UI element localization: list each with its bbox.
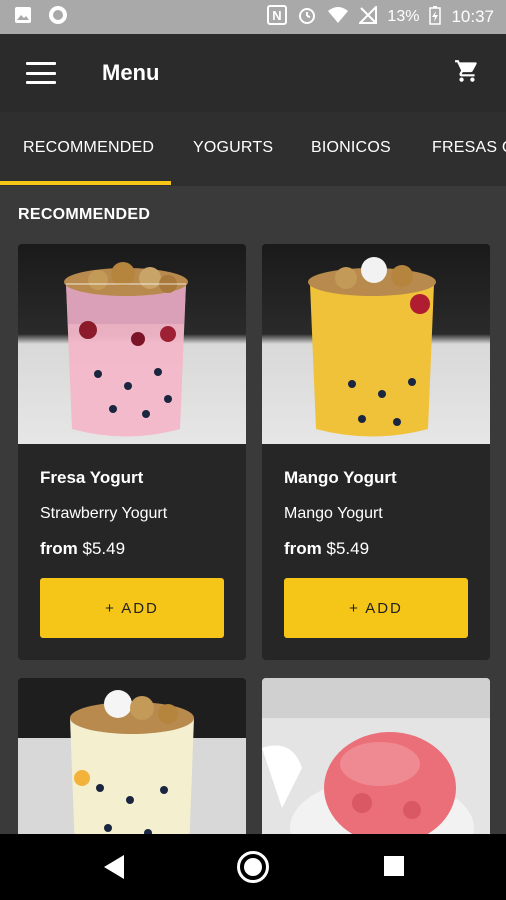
clock: 10:37 bbox=[451, 7, 494, 26]
product-image-mango-yogurt bbox=[262, 244, 490, 444]
home-circle-icon[interactable] bbox=[237, 851, 269, 883]
product-card-fresa-yogurt[interactable]: Fresa Yogurt Strawberry Yogurt from $5.4… bbox=[18, 244, 246, 660]
category-tabs: RECOMMENDED YOGURTS BIONICOS FRESAS C bbox=[0, 112, 506, 186]
price-prefix: from bbox=[284, 539, 322, 558]
page-title: Menu bbox=[102, 60, 160, 85]
product-card-3[interactable] bbox=[18, 678, 246, 834]
image-icon bbox=[14, 6, 32, 29]
tab-bionicos[interactable]: BIONICOS bbox=[311, 112, 391, 186]
product-description: Strawberry Yogurt bbox=[40, 505, 168, 522]
menu-content[interactable]: RECOMMENDED Fresa Yogurt Strawberry Yogu… bbox=[0, 186, 506, 834]
product-card-4[interactable] bbox=[262, 678, 490, 834]
wifi-icon bbox=[327, 6, 349, 29]
back-triangle-icon[interactable] bbox=[102, 854, 126, 885]
add-to-cart-button[interactable]: + ADD bbox=[40, 578, 224, 638]
price-prefix: from bbox=[40, 539, 78, 558]
status-bar: N 13% 10:37 bbox=[0, 0, 506, 34]
product-description: Mango Yogurt bbox=[284, 505, 383, 522]
tab-yogurts[interactable]: YOGURTS bbox=[193, 112, 273, 186]
alarm-icon bbox=[297, 5, 317, 30]
battery-charging-icon bbox=[429, 5, 442, 30]
no-signal-icon bbox=[358, 4, 378, 29]
hamburger-menu-icon[interactable] bbox=[26, 62, 56, 84]
product-image-fresa-yogurt bbox=[18, 244, 246, 444]
system-nav-bar bbox=[0, 834, 506, 900]
recents-square-icon[interactable] bbox=[384, 856, 404, 876]
product-card-mango-yogurt[interactable]: Mango Yogurt Mango Yogurt from $5.49 + A… bbox=[262, 244, 490, 660]
section-title: RECOMMENDED bbox=[18, 206, 151, 223]
tab-fresas[interactable]: FRESAS C bbox=[432, 112, 506, 186]
active-tab-indicator bbox=[0, 181, 171, 185]
circle-notification-icon bbox=[48, 5, 68, 30]
add-to-cart-button[interactable]: + ADD bbox=[284, 578, 468, 638]
app-bar: Menu bbox=[0, 34, 506, 112]
shopping-cart-icon[interactable] bbox=[454, 58, 480, 89]
price-value: $5.49 bbox=[326, 539, 370, 558]
product-price: from $5.49 bbox=[284, 539, 369, 559]
product-name: Fresa Yogurt bbox=[40, 468, 144, 487]
svg-text:N: N bbox=[273, 8, 282, 23]
battery-percent: 13% bbox=[387, 8, 420, 25]
product-image-4 bbox=[262, 678, 490, 834]
tab-recommended[interactable]: RECOMMENDED bbox=[23, 112, 154, 186]
price-value: $5.49 bbox=[82, 539, 126, 558]
nfc-icon: N bbox=[267, 4, 288, 30]
product-price: from $5.49 bbox=[40, 539, 125, 559]
product-image-3 bbox=[18, 678, 246, 834]
product-name: Mango Yogurt bbox=[284, 468, 397, 487]
